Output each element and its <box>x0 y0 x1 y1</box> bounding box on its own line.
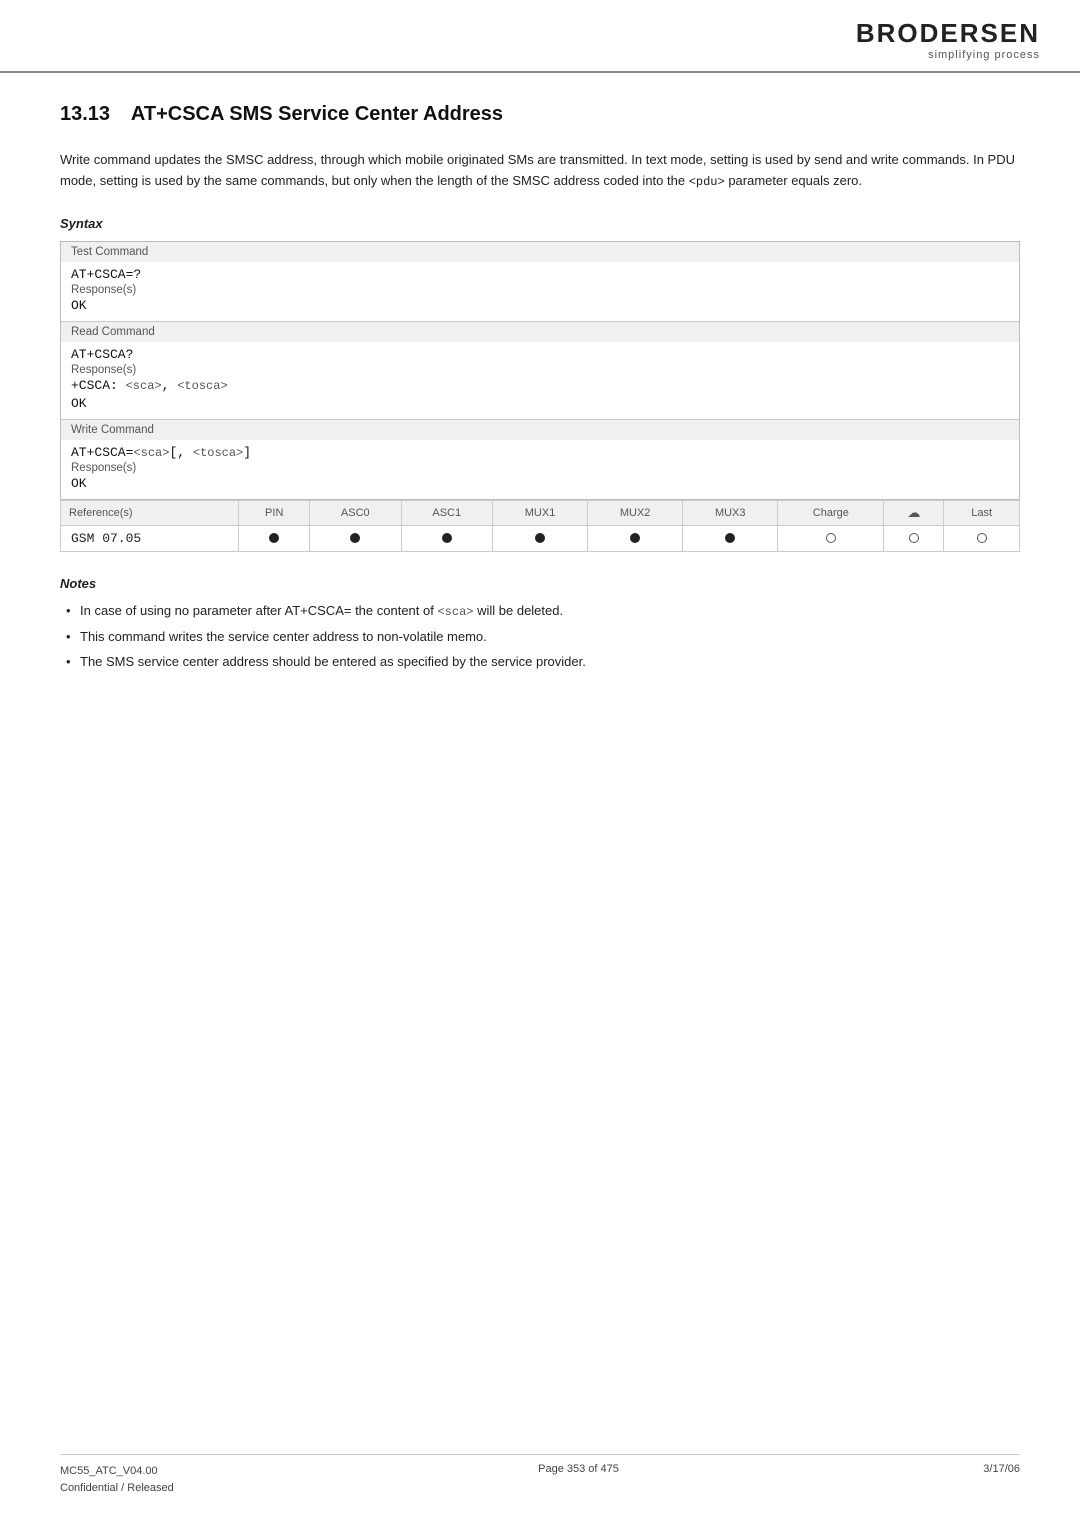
footer-doc-id: MC55_ATC_V04.00 <box>60 1463 174 1481</box>
notes-list: In case of using no parameter after AT+C… <box>60 601 1020 672</box>
col-header-antenna: ☁ <box>884 500 944 525</box>
col-header-asc1: ASC1 <box>401 500 492 525</box>
test-command-label: Test Command <box>61 242 1019 262</box>
syntax-block: Test Command AT+CSCA=? Response(s) OK Re… <box>60 241 1020 500</box>
col-header-mux1: MUX1 <box>492 500 587 525</box>
section-description: Write command updates the SMSC address, … <box>60 150 1020 192</box>
read-command-label: Read Command <box>61 322 1019 342</box>
col-header-mux3: MUX3 <box>683 500 778 525</box>
footer-confidential: Confidential / Released <box>60 1480 174 1498</box>
col-header-charge: Charge <box>778 500 884 525</box>
footer-page: Page 353 of 475 <box>538 1463 619 1498</box>
test-command-section: Test Command AT+CSCA=? Response(s) OK <box>61 242 1019 322</box>
dot-empty-antenna <box>909 533 919 543</box>
logo-tagline: simplifying process <box>856 49 1040 61</box>
syntax-label: Syntax <box>60 216 1020 231</box>
cell-mux1 <box>492 525 587 551</box>
read-command-section: Read Command AT+CSCA? Response(s) +CSCA:… <box>61 322 1019 420</box>
cell-asc0 <box>310 525 401 551</box>
dot-filled-mux3 <box>725 533 735 543</box>
dot-empty-last <box>977 533 987 543</box>
test-command-content: AT+CSCA=? Response(s) OK <box>61 262 1019 321</box>
description-code: <pdu> <box>689 175 725 189</box>
cell-last <box>944 525 1020 551</box>
write-command-content: AT+CSCA=<sca>[, <tosca>] Response(s) OK <box>61 440 1019 499</box>
description-text: Write command updates the SMSC address, … <box>60 152 1015 188</box>
notes-section: Notes In case of using no parameter afte… <box>60 576 1020 672</box>
list-item: In case of using no parameter after AT+C… <box>60 601 1020 621</box>
footer-date: 3/17/06 <box>983 1463 1020 1498</box>
write-command-cmd: AT+CSCA=<sca>[, <tosca>] <box>71 445 1009 460</box>
page-footer: MC55_ATC_V04.00 Confidential / Released … <box>60 1454 1020 1498</box>
list-item: The SMS service center address should be… <box>60 652 1020 672</box>
dot-filled-mux2 <box>630 533 640 543</box>
col-header-asc0: ASC0 <box>310 500 401 525</box>
dot-empty-charge <box>826 533 836 543</box>
dot-filled-asc1 <box>442 533 452 543</box>
cell-mux3 <box>683 525 778 551</box>
cell-charge <box>778 525 884 551</box>
section-heading: 13.13 AT+CSCA SMS Service Center Address <box>60 103 1020 126</box>
notes-label: Notes <box>60 576 1020 591</box>
main-content: 13.13 AT+CSCA SMS Service Center Address… <box>0 73 1080 738</box>
write-command-label: Write Command <box>61 420 1019 440</box>
col-header-ref: Reference(s) <box>61 500 239 525</box>
col-header-last: Last <box>944 500 1020 525</box>
cell-pin <box>239 525 310 551</box>
ref-value: GSM 07.05 <box>61 525 239 551</box>
section-title: AT+CSCA SMS Service Center Address <box>131 103 503 125</box>
test-command-cmd: AT+CSCA=? <box>71 267 1009 282</box>
footer-left: MC55_ATC_V04.00 Confidential / Released <box>60 1463 174 1498</box>
write-command-section: Write Command AT+CSCA=<sca>[, <tosca>] R… <box>61 420 1019 499</box>
page-wrapper: BRODERSEN simplifying process 13.13 AT+C… <box>0 0 1080 1528</box>
cell-antenna <box>884 525 944 551</box>
read-command-cmd: AT+CSCA? <box>71 347 1009 362</box>
read-command-responses-label: Response(s) <box>71 364 1009 376</box>
page-header: BRODERSEN simplifying process <box>0 0 1080 73</box>
logo-brand: BRODERSEN <box>856 18 1040 49</box>
write-command-response: OK <box>71 476 1009 491</box>
read-command-response2: OK <box>71 396 1009 411</box>
reference-table: Reference(s) PIN ASC0 ASC1 MUX1 MUX2 MUX… <box>60 500 1020 552</box>
dot-filled-asc0 <box>350 533 360 543</box>
section-number: 13.13 <box>60 103 110 125</box>
col-header-pin: PIN <box>239 500 310 525</box>
dot-filled-pin <box>269 533 279 543</box>
write-command-responses-label: Response(s) <box>71 462 1009 474</box>
test-command-response: OK <box>71 298 1009 313</box>
read-command-response1: +CSCA: <sca>, <tosca> <box>71 378 1009 393</box>
read-command-content: AT+CSCA? Response(s) +CSCA: <sca>, <tosc… <box>61 342 1019 419</box>
list-item: This command writes the service center a… <box>60 627 1020 647</box>
dot-filled-mux1 <box>535 533 545 543</box>
description-suffix: parameter equals zero. <box>725 173 862 188</box>
table-row: GSM 07.05 <box>61 525 1020 551</box>
cell-asc1 <box>401 525 492 551</box>
col-header-mux2: MUX2 <box>588 500 683 525</box>
cell-mux2 <box>588 525 683 551</box>
logo-area: BRODERSEN simplifying process <box>856 18 1040 61</box>
test-command-responses-label: Response(s) <box>71 284 1009 296</box>
